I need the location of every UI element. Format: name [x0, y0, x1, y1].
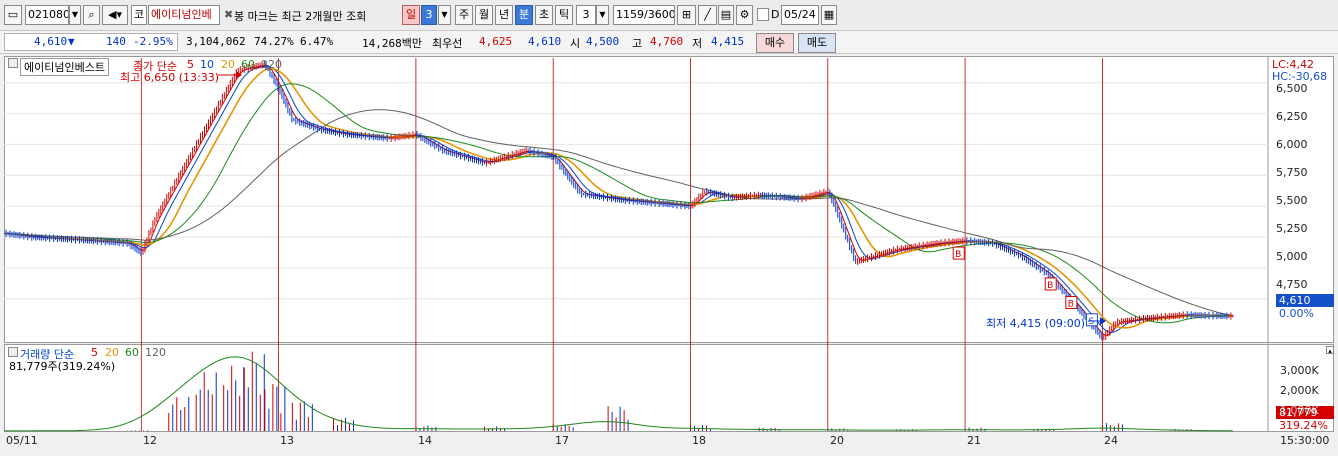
low-annotation: 최저 4,415 (09:00) — [986, 317, 1086, 330]
signal-label: B — [955, 250, 961, 260]
x-tick: 12 — [143, 434, 157, 447]
zero-pct-label: 0.00% — [1279, 307, 1314, 320]
ma5-line — [3, 64, 1233, 336]
ma20-label: 20 — [221, 58, 235, 71]
x-tick: 24 — [1104, 434, 1118, 447]
y-tick: 5,000 — [1276, 250, 1308, 263]
vol-y-tick: 2,000K — [1280, 384, 1319, 397]
ma60-label: 60 — [241, 58, 255, 71]
volume-summary: 81,779주(319.24%) — [9, 360, 116, 373]
y-tick: 4,750 — [1276, 278, 1308, 291]
vol-ma120-label: 120 — [145, 346, 166, 359]
signal-label: B — [1068, 299, 1074, 309]
vol-y-tick: 3,000K — [1280, 364, 1319, 377]
volume-panel-menu-icon[interactable] — [8, 347, 18, 357]
time-label: 15:30:00 — [1280, 434, 1330, 447]
high-annotation: 최고 6,650 (13:33) — [120, 71, 220, 84]
x-tick: 14 — [418, 434, 432, 447]
x-tick: 17 — [555, 434, 569, 447]
stock-name-tag: 에이티넘인베스트 — [20, 58, 109, 76]
x-tick: 05/11 — [6, 434, 38, 447]
x-tick: 21 — [967, 434, 981, 447]
y-tick: 6,000 — [1276, 138, 1308, 151]
grid — [4, 82, 1268, 300]
current-volume-pct: 319.24% — [1279, 419, 1328, 432]
vol-ma60-label: 60 — [125, 346, 139, 359]
y-tick: 6,250 — [1276, 110, 1308, 123]
current-price-tag: 4,610 — [1279, 294, 1311, 307]
x-tick: 20 — [830, 434, 844, 447]
signal-label: B — [1047, 281, 1053, 291]
volume-bars — [4, 351, 1233, 432]
panel-menu-icon[interactable] — [8, 58, 18, 68]
y-tick: 5,250 — [1276, 222, 1308, 235]
signal-label: S — [1089, 317, 1095, 327]
y-tick: 6,500 — [1276, 82, 1308, 95]
y-tick: 5,750 — [1276, 166, 1308, 179]
current-volume-tag: 81,779 — [1279, 406, 1318, 419]
x-tick: 13 — [280, 434, 294, 447]
y-tick: 5,500 — [1276, 194, 1308, 207]
volume-panel-collapse-icon[interactable]: ▴ — [1326, 346, 1334, 355]
x-tick: 18 — [692, 434, 706, 447]
ma120-label: 120 — [261, 58, 282, 71]
moving-averages — [3, 64, 1233, 336]
